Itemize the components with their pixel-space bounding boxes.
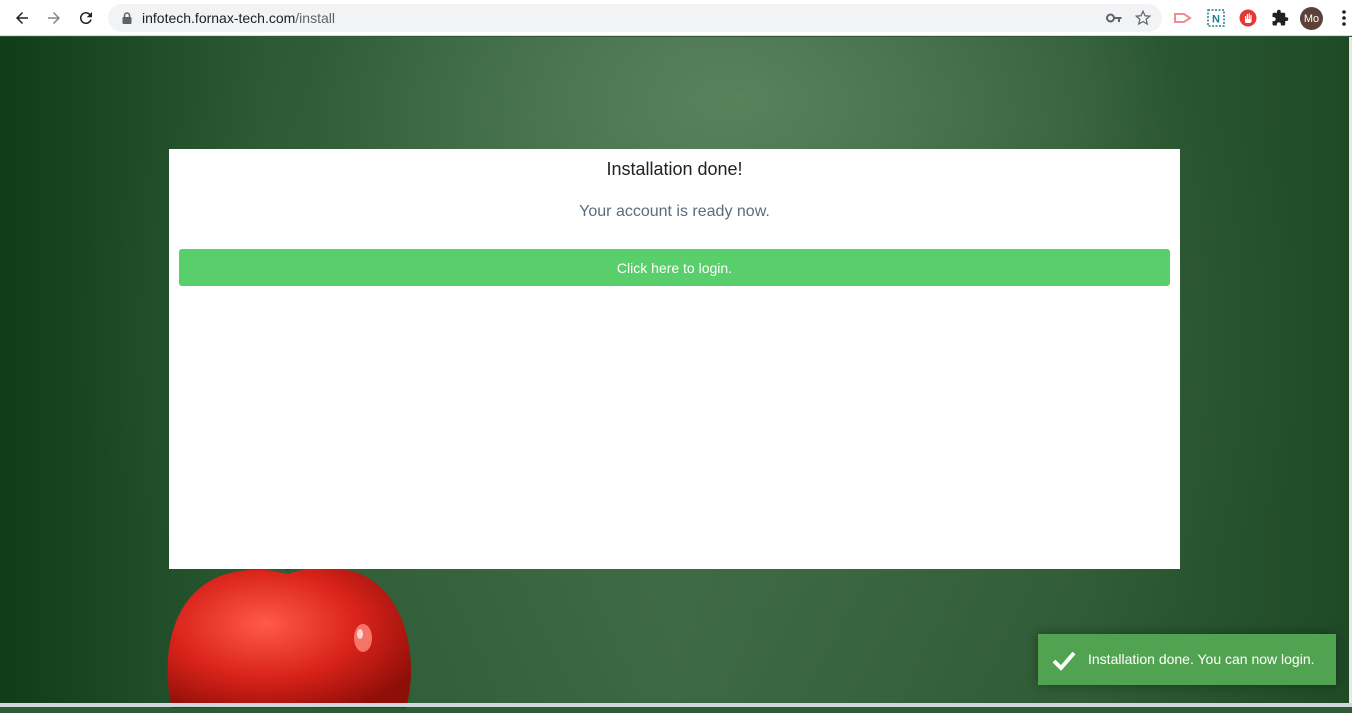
login-button[interactable]: Click here to login. xyxy=(179,249,1170,286)
key-icon[interactable] xyxy=(1106,11,1122,25)
url-text[interactable]: infotech.fornax-tech.com/install xyxy=(142,10,335,26)
extension-pink-icon[interactable] xyxy=(1173,8,1193,28)
reload-button[interactable] xyxy=(74,6,98,30)
toast-message: Installation done. You can now login. xyxy=(1088,651,1315,667)
card-title: Installation done! xyxy=(606,159,743,179)
extension-n-icon[interactable]: N xyxy=(1206,8,1226,28)
back-button[interactable] xyxy=(10,6,34,30)
card-subtitle: Your account is ready now. xyxy=(579,203,770,220)
taskbar-edge xyxy=(0,703,1352,707)
address-bar[interactable]: infotech.fornax-tech.com/install xyxy=(108,4,1162,32)
browser-toolbar: infotech.fornax-tech.com/install N Mo xyxy=(0,0,1352,36)
lock-icon[interactable] xyxy=(120,11,134,25)
forward-button[interactable] xyxy=(42,6,66,30)
url-path: /install xyxy=(295,10,335,26)
reload-icon xyxy=(79,12,92,25)
vertical-dots-icon[interactable] xyxy=(1337,8,1351,28)
puzzle-icon[interactable] xyxy=(1270,8,1290,28)
extension-hand-icon[interactable] xyxy=(1238,8,1258,28)
arrow-right-icon xyxy=(48,12,60,24)
arrow-left-icon xyxy=(16,12,28,24)
checkmark-icon xyxy=(1052,651,1076,671)
apple-image xyxy=(167,554,411,708)
svg-text:N: N xyxy=(1212,14,1220,26)
url-host: infotech.fornax-tech.com xyxy=(142,10,296,26)
success-toast[interactable]: Installation done. You can now login. xyxy=(1038,634,1336,685)
star-icon[interactable] xyxy=(1134,9,1152,27)
installation-card: Installation done! Your account is ready… xyxy=(169,149,1180,569)
avatar[interactable]: Mo xyxy=(1300,7,1323,30)
